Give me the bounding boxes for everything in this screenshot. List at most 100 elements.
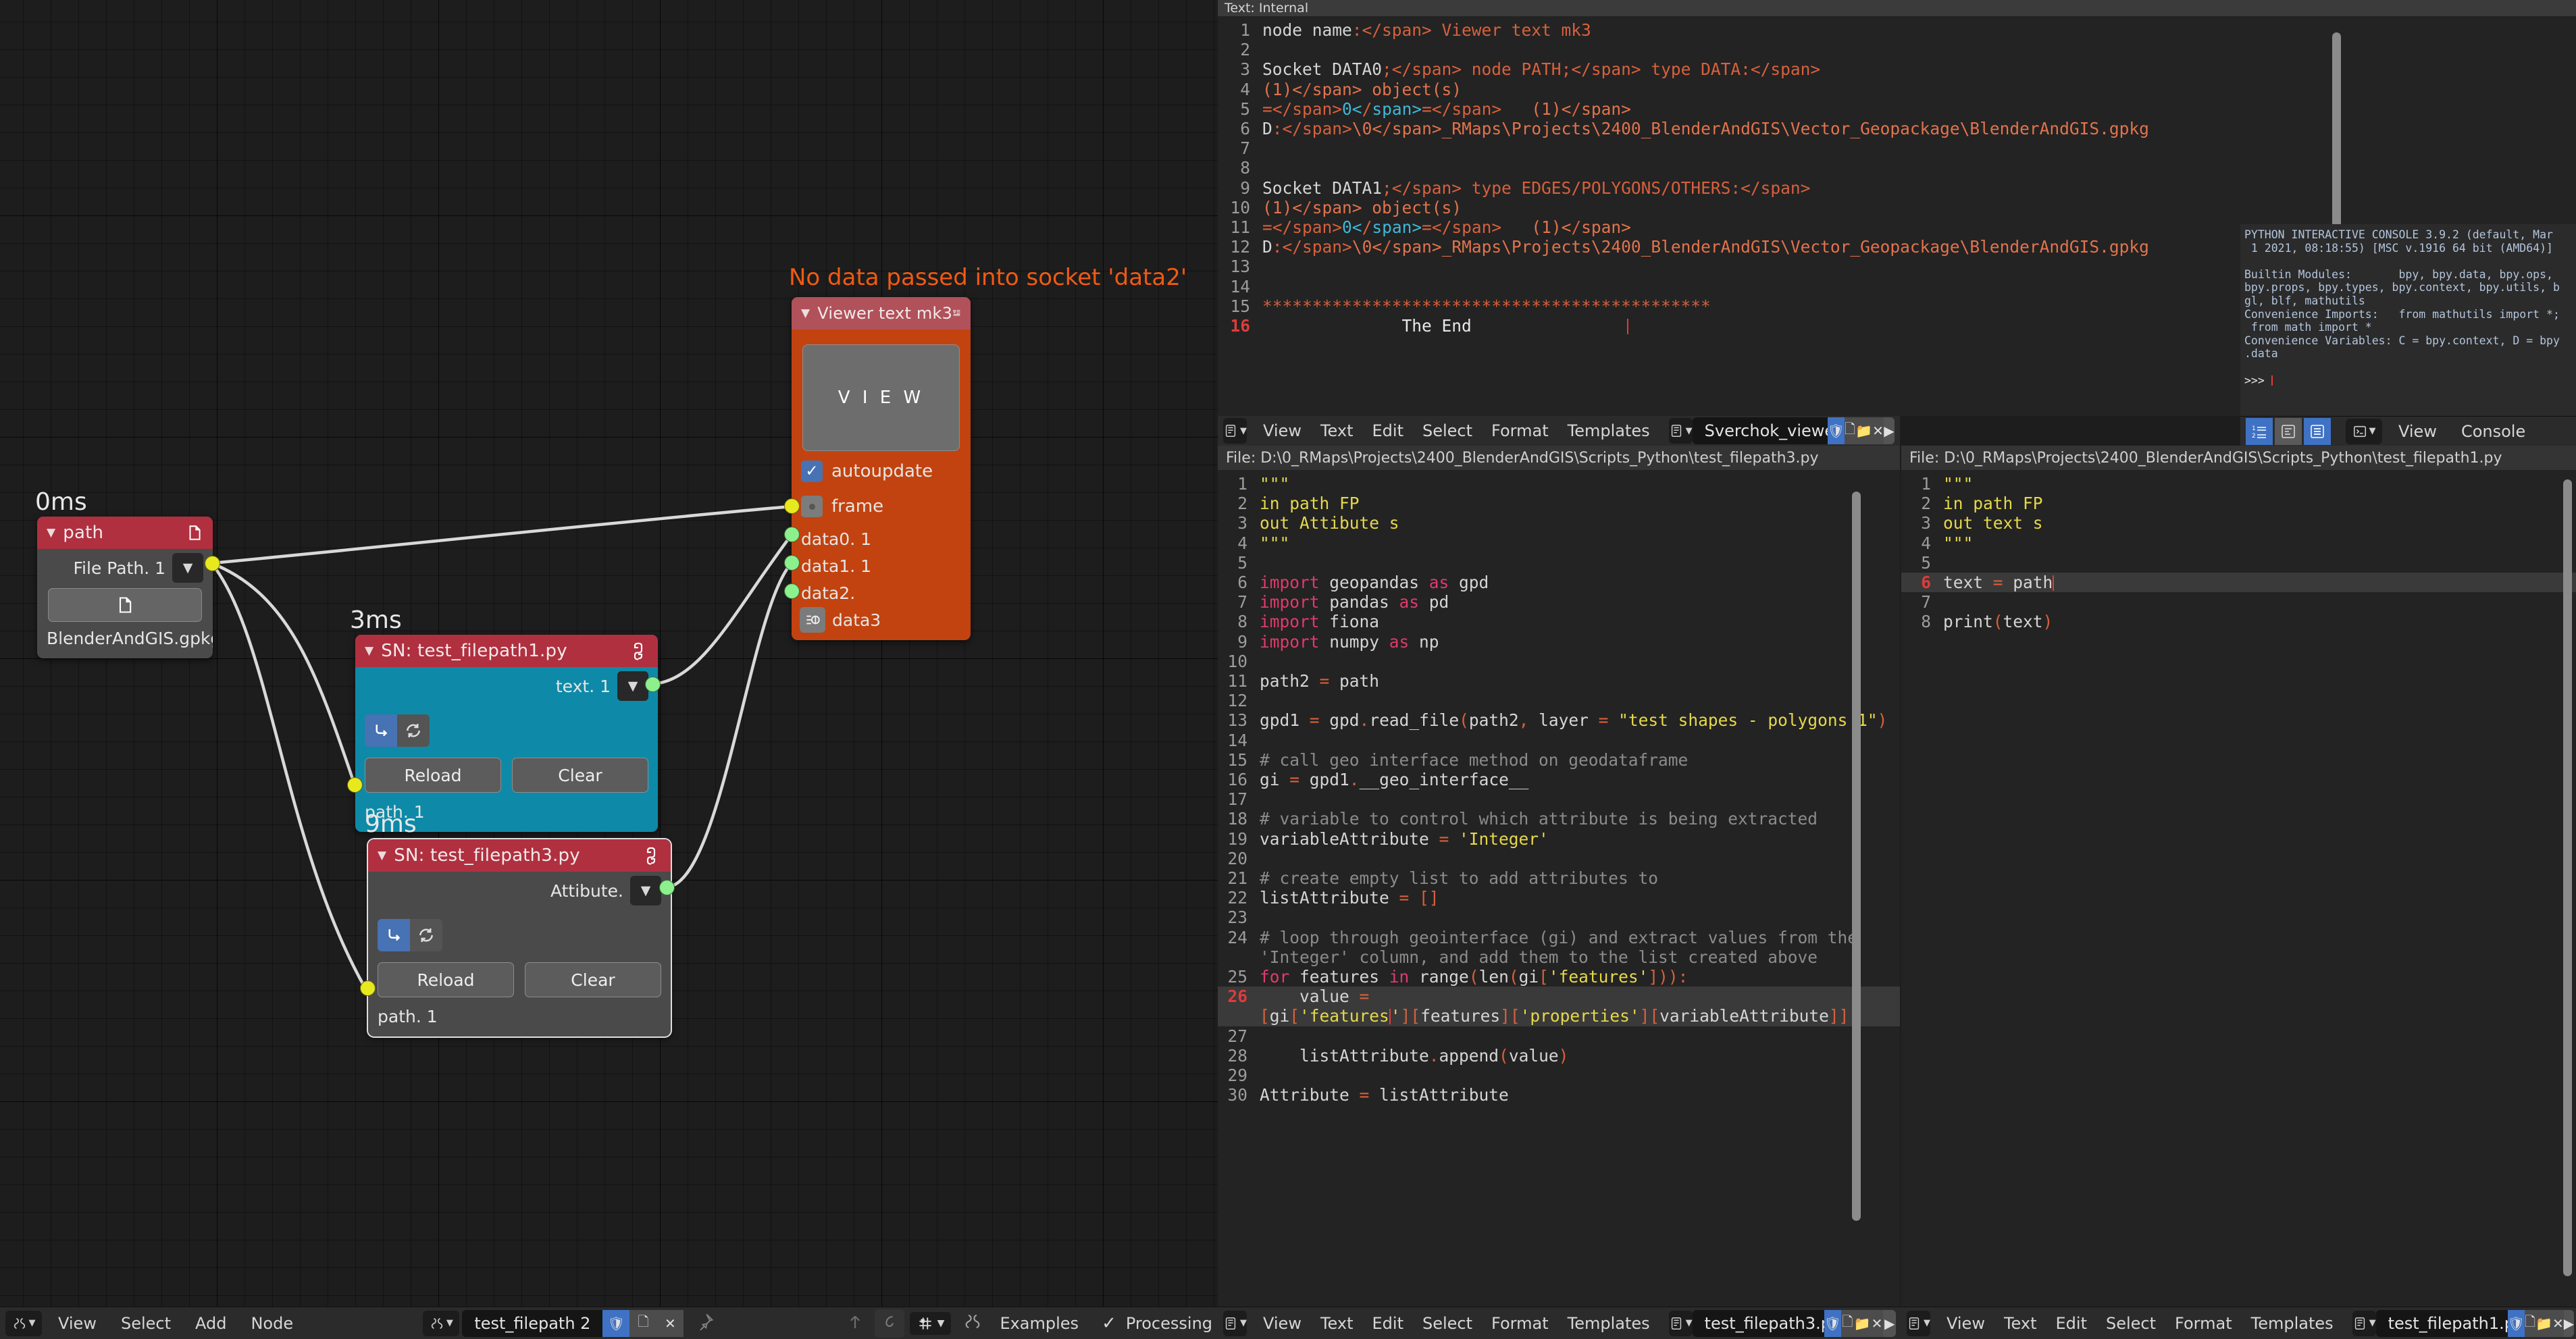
node-editor-type-button[interactable]: ▼ xyxy=(5,1310,42,1336)
syntax-highlight-icon[interactable] xyxy=(2304,417,2331,445)
pin-icon[interactable] xyxy=(696,1312,715,1335)
duplicate-icon[interactable]: 🗋 xyxy=(1845,417,1856,444)
editor-type-button[interactable]: ▼ xyxy=(1223,1310,1247,1336)
menu-select[interactable]: Select xyxy=(1422,421,1472,440)
menu-edit[interactable]: Edit xyxy=(2056,1314,2087,1333)
socket-path-output[interactable] xyxy=(205,556,220,571)
examples-button[interactable]: Examples xyxy=(1000,1314,1079,1333)
socket-viewer-data3[interactable] xyxy=(784,583,800,599)
duplicate-icon[interactable]: 🗋 xyxy=(629,1309,657,1337)
run-script-icon[interactable]: ▶ xyxy=(2563,1309,2575,1337)
clear-button[interactable]: Clear xyxy=(512,758,648,793)
undo-icon[interactable] xyxy=(874,1309,904,1338)
arrow-up-icon[interactable] xyxy=(845,1311,865,1336)
text-editor-mid-code[interactable]: 1 """ 2 in path FP 3 out Attibute s 4 """ 5 6 imp… xyxy=(1218,470,1900,1105)
snap-icon[interactable]: ▼ xyxy=(909,1311,952,1335)
menu-view[interactable]: View xyxy=(1263,1314,1302,1333)
dna-icon[interactable] xyxy=(963,1312,982,1335)
editor-type-button[interactable]: ▼ xyxy=(1907,1310,1930,1336)
vertical-scrollbar[interactable] xyxy=(1852,492,1861,1221)
reload-button[interactable]: Reload xyxy=(365,758,501,793)
collapse-triangle-icon[interactable]: ▼ xyxy=(801,307,810,320)
script-load-toggle-icon[interactable] xyxy=(365,714,397,747)
socket-viewer-data2[interactable] xyxy=(784,555,800,571)
menu-templates[interactable]: Templates xyxy=(2251,1314,2334,1333)
word-wrap-icon[interactable] xyxy=(2275,417,2302,445)
node-editor-canvas[interactable]: 0ms ▼ path File Path. 1 ▼ BlenderAndGIS.… xyxy=(0,0,1218,1339)
datablock-browse-button[interactable]: ▼ xyxy=(2352,1310,2376,1336)
menu-templates[interactable]: Templates xyxy=(1568,421,1650,440)
reload-button[interactable]: Reload xyxy=(378,962,514,997)
chevron-down-icon[interactable]: ▼ xyxy=(630,876,661,905)
node-path-header[interactable]: ▼ path xyxy=(37,517,213,549)
node-tree-browse-button[interactable]: ▼ xyxy=(423,1310,460,1336)
duplicate-icon[interactable]: 🗋 xyxy=(2525,1309,2536,1337)
datablock-name-field[interactable]: test_filepath1.py xyxy=(2375,1309,2524,1337)
autoupdate-row[interactable]: ✓ autoupdate xyxy=(792,456,971,486)
script-load-toggle-icon[interactable] xyxy=(378,919,410,951)
socket-sn3-output[interactable] xyxy=(659,880,675,895)
menu-edit[interactable]: Edit xyxy=(1372,1314,1403,1333)
menu-select[interactable]: Select xyxy=(121,1314,171,1333)
refresh-toggle-icon[interactable] xyxy=(397,714,430,747)
menu-edit[interactable]: Edit xyxy=(1372,421,1403,440)
menu-select[interactable]: Select xyxy=(2106,1314,2156,1333)
socket-sn1-input[interactable] xyxy=(347,777,363,793)
socket-viewer-data0[interactable] xyxy=(784,498,800,514)
node-sn3-output-row[interactable]: Attibute. ▼ xyxy=(368,876,671,905)
node-viewer-text-mk3[interactable]: ▼ Viewer text mk3 V I E W ✓ autoupdate f… xyxy=(792,297,971,640)
save-icon[interactable]: 📁 xyxy=(1853,1309,1871,1337)
collapse-triangle-icon[interactable]: ▼ xyxy=(378,849,386,862)
vertical-scrollbar[interactable] xyxy=(2563,479,2572,1276)
menu-view[interactable]: View xyxy=(2398,422,2437,441)
node-viewer-header[interactable]: ▼ Viewer text mk3 xyxy=(792,297,971,330)
processing-check-icon[interactable]: ✓ xyxy=(1102,1313,1116,1334)
console-type-button[interactable]: ▼ xyxy=(2346,418,2382,444)
duplicate-icon[interactable]: 🗋 xyxy=(1841,1309,1854,1337)
checkbox-checked-icon[interactable]: ✓ xyxy=(801,461,823,482)
menu-templates[interactable]: Templates xyxy=(1568,1314,1650,1333)
socket-sn1-output[interactable] xyxy=(645,677,661,692)
chevron-down-icon[interactable]: ▼ xyxy=(617,671,648,701)
menu-add[interactable]: Add xyxy=(195,1314,226,1333)
object-socket-icon[interactable] xyxy=(800,607,825,633)
frame-row[interactable]: frame xyxy=(792,492,971,521)
clear-button[interactable]: Clear xyxy=(525,962,661,997)
refresh-toggle-icon[interactable] xyxy=(410,919,442,951)
view-button[interactable]: V I E W xyxy=(802,344,960,451)
menu-format[interactable]: Format xyxy=(2175,1314,2232,1333)
collapse-triangle-icon[interactable]: ▼ xyxy=(47,526,55,540)
x-icon[interactable]: ✕ xyxy=(1872,417,1884,444)
datablock-browse-button[interactable]: ▼ xyxy=(1668,418,1693,444)
x-icon[interactable]: ✕ xyxy=(2552,1309,2564,1337)
datablock-name-field[interactable]: test_filepath3.py xyxy=(1692,1309,1840,1337)
socket-sn3-input[interactable] xyxy=(360,980,376,996)
x-icon[interactable]: ✕ xyxy=(1870,1309,1884,1337)
shield-check-icon[interactable]: 🛡 xyxy=(602,1309,630,1337)
processing-label[interactable]: Processing xyxy=(1126,1314,1212,1333)
menu-view[interactable]: View xyxy=(1263,421,1302,440)
run-script-icon[interactable]: ▶ xyxy=(1883,417,1895,444)
datablock-name-field[interactable]: Sverchok_viewer xyxy=(1692,417,1841,444)
menu-node[interactable]: Node xyxy=(251,1314,293,1333)
x-icon[interactable]: ✕ xyxy=(656,1309,684,1337)
checkbox-unchecked-icon[interactable] xyxy=(801,496,823,517)
datablock-browse-button[interactable]: ▼ xyxy=(1668,1310,1693,1336)
menu-format[interactable]: Format xyxy=(1491,421,1549,440)
node-path-filepath-row[interactable]: File Path. 1 ▼ xyxy=(37,553,213,583)
menu-view[interactable]: View xyxy=(58,1314,97,1333)
menu-format[interactable]: Format xyxy=(1491,1314,1549,1333)
save-icon[interactable]: 📁 xyxy=(2535,1309,2553,1337)
node-sn1-output-row[interactable]: text. 1 ▼ xyxy=(355,671,658,701)
node-sn-filepath1[interactable]: ▼ SN: test_filepath1.py text. 1 ▼ Reload… xyxy=(355,635,658,832)
save-icon[interactable]: 📁 xyxy=(1855,417,1873,444)
node-sn-filepath3[interactable]: ▼ SN: test_filepath3.py Attibute. ▼ Relo… xyxy=(368,839,671,1036)
shield-check-icon[interactable]: 🛡 xyxy=(1827,417,1845,444)
menu-text[interactable]: Text xyxy=(2004,1314,2037,1333)
collapse-triangle-icon[interactable]: ▼ xyxy=(365,644,373,658)
run-script-icon[interactable]: ▶ xyxy=(1883,1309,1896,1337)
menu-text[interactable]: Text xyxy=(1320,1314,1354,1333)
editor-type-button[interactable]: ▼ xyxy=(1223,418,1247,444)
menu-text[interactable]: Text xyxy=(1320,421,1354,440)
node-sn3-header[interactable]: ▼ SN: test_filepath3.py xyxy=(368,839,671,872)
